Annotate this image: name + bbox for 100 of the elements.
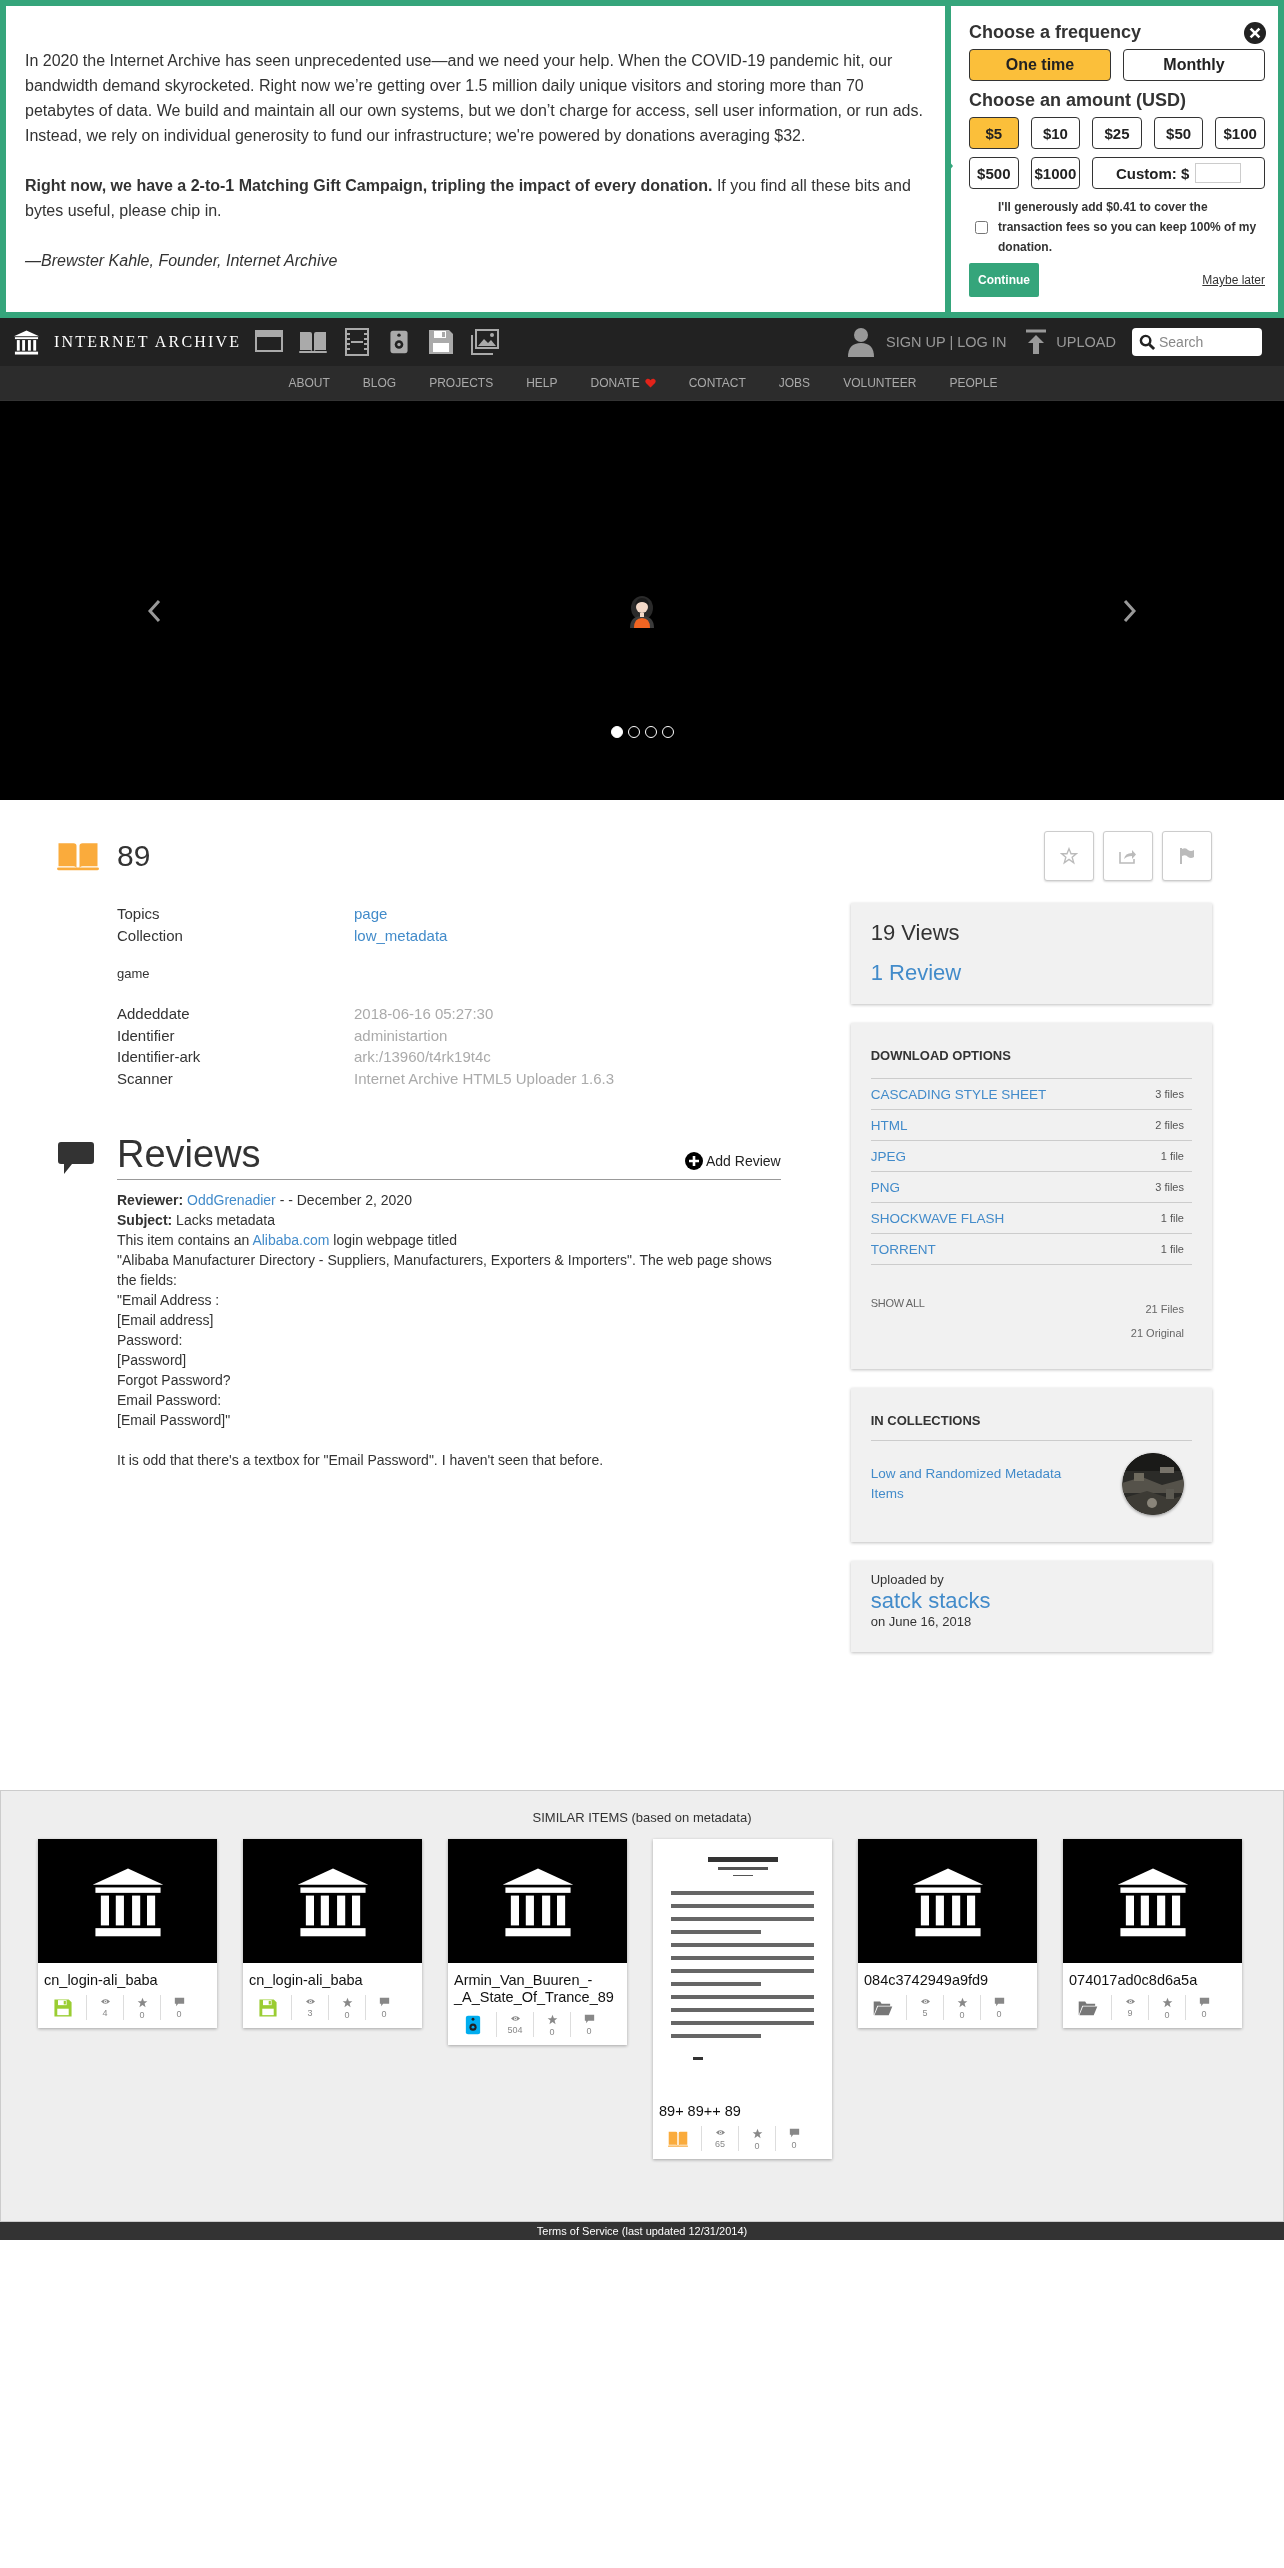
view-count: 65 — [715, 2139, 725, 2149]
chevron-right-icon[interactable] — [1123, 599, 1137, 623]
fee-checkbox[interactable] — [975, 220, 988, 234]
star-icon — [546, 2014, 558, 2025]
amount-option[interactable]: $100 — [1215, 117, 1265, 149]
comment-icon — [788, 2128, 800, 2138]
item-title[interactable]: 074017ad0c8d6a5a — [1063, 1963, 1242, 1993]
view-count: 4 — [102, 2008, 108, 2018]
thumbnail[interactable] — [858, 1839, 1037, 1963]
field-label: Topics — [117, 904, 161, 924]
menu-link[interactable]: PROJECTS — [412, 376, 510, 390]
field-value: Internet Archive HTML5 Uploader 1.6.3 — [354, 1068, 616, 1089]
eye-icon — [304, 1997, 316, 2006]
film-icon[interactable] — [343, 328, 372, 356]
review-text: "Email Address : — [117, 1290, 221, 1310]
field-label: Addeddate — [117, 1004, 191, 1025]
frequency-option[interactable]: One time — [969, 49, 1111, 81]
field-link[interactable]: page — [354, 903, 781, 925]
archive-logo-icon[interactable] — [13, 328, 40, 356]
menu-link[interactable]: PEOPLE — [933, 376, 1014, 390]
images-icon[interactable] — [471, 328, 500, 356]
custom-amount-option[interactable]: Custom: $ — [1092, 157, 1265, 189]
upload-icon[interactable] — [1026, 329, 1047, 355]
menu-link[interactable]: DONATE — [574, 376, 673, 390]
item-card[interactable]: Armin_Van_Buuren_-_A_State_Of_Trance_89 504 0 0 — [448, 1839, 627, 2045]
review-link[interactable]: Alibaba.com — [252, 1231, 330, 1248]
menu-link[interactable]: VOLUNTEER — [826, 376, 933, 390]
review-text: [Email Password]" — [117, 1410, 232, 1430]
eye-icon — [509, 2014, 521, 2023]
site-name[interactable]: INTERNET ARCHIVE — [54, 333, 242, 351]
review-count: 0 — [586, 2026, 592, 2036]
item-card[interactable]: 074017ad0c8d6a5a 9 0 0 — [1063, 1839, 1242, 2028]
review-text: Email Password: — [117, 1390, 223, 1410]
original-total: 21 Original — [1130, 1327, 1184, 1339]
comment-icon — [583, 2014, 595, 2024]
item-card[interactable]: cn_login-ali_baba 4 0 0 — [38, 1839, 217, 2028]
menu-link[interactable]: JOBS — [762, 376, 827, 390]
favorite-count: 0 — [754, 2141, 760, 2151]
comment-icon — [993, 1997, 1005, 2007]
thumbnail[interactable] — [38, 1839, 217, 1963]
carousel-dot[interactable] — [610, 726, 623, 738]
terms-link[interactable]: Terms of Service (last updated 12/31/2014) — [536, 2225, 748, 2237]
eye-icon — [919, 1997, 931, 2006]
sign-up-login-link[interactable]: SIGN UP | LOG IN — [886, 334, 1007, 350]
item-title[interactable]: cn_login-ali_baba — [38, 1963, 217, 1993]
plus-circle-icon — [685, 1151, 703, 1170]
amount-option[interactable]: $25 — [1092, 117, 1142, 149]
thumbnail[interactable] — [243, 1839, 422, 1963]
star-icon — [341, 1997, 353, 2008]
item-card[interactable]: cn_login-ali_baba 3 0 0 — [243, 1839, 422, 2028]
review-count: 0 — [381, 2009, 387, 2019]
amount-option[interactable]: $5 — [969, 117, 1019, 149]
star-icon — [136, 1997, 148, 2008]
review-count: 0 — [996, 2009, 1002, 2019]
maybe-later-link[interactable]: Maybe later — [1202, 273, 1265, 287]
eye-icon — [99, 1997, 111, 2006]
custom-amount-field[interactable] — [1195, 163, 1242, 183]
item-title[interactable]: cn_login-ali_baba — [243, 1963, 422, 1993]
amount-option[interactable]: $50 — [1153, 117, 1204, 149]
eye-icon — [714, 2128, 726, 2137]
section-heading: Choose an amount (USD) — [969, 90, 1187, 111]
comment-icon — [1198, 1997, 1210, 2007]
item-card[interactable]: 89+ 89++ 89 65 0 0 — [653, 1839, 832, 2159]
review-text: This item contains an Alibaba.com login webpage titled — [117, 1230, 459, 1250]
amount-option[interactable]: $500 — [969, 157, 1019, 189]
item-card[interactable]: 084c3742949a9fd9 5 0 0 — [858, 1839, 1037, 2028]
item-title[interactable]: Armin_Van_Buuren_-_A_State_Of_Trance_89 — [448, 1963, 627, 2010]
reviewer-link[interactable]: OddGrenadier — [187, 1191, 276, 1208]
thumbnail[interactable] — [448, 1839, 627, 1963]
section-title: Reviews — [117, 1131, 262, 1176]
uploaded-by-label: Uploaded by — [870, 1572, 945, 1588]
person-icon[interactable] — [848, 327, 874, 357]
add-review-link[interactable]: Add Review — [685, 1151, 781, 1170]
item-title: 89 — [117, 838, 152, 873]
menu-link[interactable]: BLOG — [346, 376, 413, 390]
amount-option[interactable]: $1000 — [1030, 157, 1081, 189]
search-field[interactable]: Search — [1132, 328, 1262, 356]
thumbnail[interactable] — [1063, 1839, 1242, 1963]
item-title[interactable]: 89+ 89++ 89 — [653, 2094, 832, 2124]
frequency-option[interactable]: Monthly — [1123, 49, 1265, 81]
item-title[interactable]: 084c3742949a9fd9 — [858, 1963, 1037, 1993]
upload-link[interactable]: UPLOAD — [1056, 334, 1116, 350]
amount-option[interactable]: $10 — [1030, 117, 1081, 149]
heart-icon — [644, 378, 656, 388]
review-count: 0 — [1201, 2009, 1207, 2019]
show-all-link[interactable]: SHOW ALL — [870, 1297, 925, 1339]
files-total: 21 Files — [1145, 1303, 1184, 1315]
field-value: 2018-06-16 05:27:30 — [354, 1004, 495, 1025]
chevron-left-icon[interactable] — [147, 599, 161, 623]
review-count: 0 — [791, 2140, 797, 2150]
field-label: Scanner — [117, 1068, 174, 1089]
star-icon — [1161, 1997, 1173, 2008]
field-link[interactable]: low_metadata — [354, 924, 781, 947]
file-count: 1 file — [1160, 1212, 1184, 1224]
upload-date: on June 16, 2018 — [870, 1614, 973, 1630]
menu-link[interactable]: HELP — [509, 376, 575, 390]
view-count: 5 — [922, 2008, 928, 2018]
menu-link[interactable]: ABOUT — [271, 376, 347, 390]
menu-link[interactable]: CONTACT — [672, 376, 763, 390]
close-icon[interactable] — [1244, 22, 1266, 44]
